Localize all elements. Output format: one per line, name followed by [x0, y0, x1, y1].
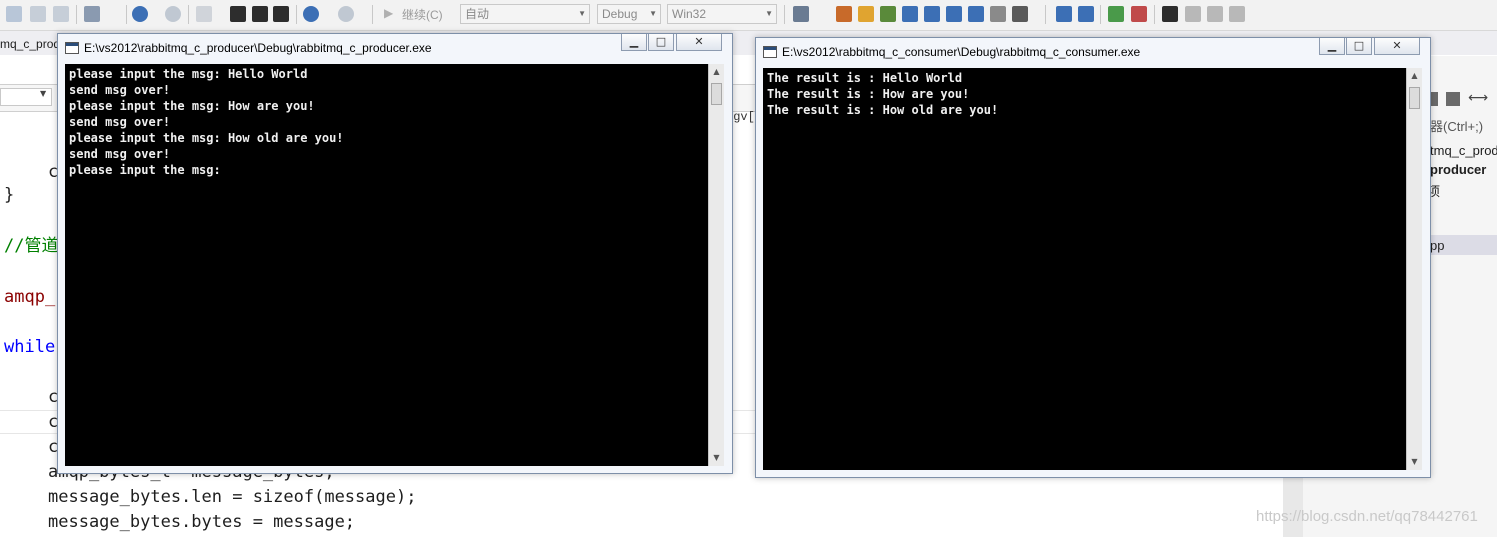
watermark: https://blog.csdn.net/qq78442761: [1256, 508, 1478, 525]
console-line: please input the msg: How old are you!: [69, 131, 344, 145]
code-line: amqp_: [4, 287, 55, 307]
solution-config-combo[interactable]: 自动 ▼: [460, 4, 590, 24]
project-item[interactable]: tmq_c_prod: [1430, 143, 1497, 158]
code-line: message_bytes.bytes = message;: [48, 512, 355, 532]
attach-process-icon[interactable]: [793, 6, 809, 22]
redo-icon[interactable]: [338, 6, 354, 22]
code-comment: //管道: [4, 236, 59, 256]
refresh-icon[interactable]: [53, 6, 69, 22]
console-app-icon: [65, 42, 79, 54]
build-config-combo[interactable]: Debug ▼: [597, 4, 661, 24]
console-output[interactable]: please input the msg: Hello World send m…: [65, 64, 724, 466]
bookmark-nav-icon[interactable]: [968, 6, 984, 22]
undo-icon[interactable]: [303, 6, 319, 22]
prev-bookmark-icon[interactable]: [1185, 6, 1201, 22]
selected-tree-item[interactable]: pp: [1430, 238, 1444, 253]
chevron-down-icon: ▼: [40, 89, 47, 98]
code-text: message_bytes.bytes = message;: [48, 512, 356, 532]
console-scrollbar[interactable]: ▲ ▼: [1406, 68, 1422, 470]
scroll-up-icon[interactable]: ▲: [709, 64, 724, 80]
console-output[interactable]: The result is : Hello World The result i…: [763, 68, 1422, 470]
console-line: please input the msg:: [69, 163, 221, 177]
clear-bookmarks-icon[interactable]: [1229, 6, 1245, 22]
platform-value: Win32: [672, 7, 707, 21]
next-bookmark-icon[interactable]: [1207, 6, 1223, 22]
close-button[interactable]: ✕: [676, 34, 722, 51]
code-line: while: [4, 337, 55, 357]
code-text: }: [4, 185, 15, 205]
collapse-icon[interactable]: ⟷: [1468, 90, 1488, 106]
forward-arrow-icon[interactable]: [165, 6, 181, 22]
solution-explorer-icon[interactable]: [880, 6, 896, 22]
find-in-files-icon[interactable]: [836, 6, 852, 22]
console-line: The result is : How old are you!: [767, 103, 999, 117]
console-line: please input the msg: How are you!: [69, 99, 315, 113]
outdent-icon[interactable]: [946, 6, 962, 22]
show-all-files-icon[interactable]: [1446, 92, 1460, 106]
code-text: amqp_: [4, 287, 56, 307]
console-line: please input the msg: Hello World: [69, 67, 308, 81]
window-layout-icon[interactable]: [1012, 6, 1028, 22]
console-line: The result is : How are you!: [767, 87, 970, 101]
platform-combo[interactable]: Win32 ▼: [667, 4, 777, 24]
find-icon[interactable]: [902, 6, 918, 22]
minimize-button[interactable]: ▁: [621, 34, 647, 51]
producer-console-window[interactable]: E:\vs2012\rabbitmq_c_producer\Debug\rabb…: [57, 33, 733, 474]
continue-button[interactable]: 继续(C): [402, 6, 443, 23]
chevron-down-icon: ▼: [578, 9, 586, 18]
scroll-down-icon[interactable]: ▼: [709, 450, 724, 466]
console-scrollbar[interactable]: ▲ ▼: [708, 64, 724, 466]
new-project-icon[interactable]: [196, 6, 212, 22]
console-line: send msg over!: [69, 147, 171, 161]
align-icon[interactable]: [1078, 6, 1094, 22]
code-line: }: [4, 185, 14, 205]
uncomment-icon[interactable]: [1131, 6, 1147, 22]
solution-config-value: 自动: [465, 7, 490, 21]
play-icon[interactable]: ▶: [384, 6, 393, 20]
navigate-back-icon[interactable]: [6, 6, 22, 22]
scroll-down-icon[interactable]: ▼: [1407, 454, 1422, 470]
minimize-button[interactable]: ▁: [1319, 38, 1345, 55]
console-line: The result is : Hello World: [767, 71, 963, 85]
chevron-down-icon: ▼: [649, 9, 657, 18]
consumer-console-window[interactable]: E:\vs2012\rabbitmq_c_consumer\Debug\rabb…: [755, 37, 1431, 478]
folder-icon[interactable]: [858, 6, 874, 22]
code-line: //管道: [4, 236, 58, 256]
save-icon[interactable]: [252, 6, 268, 22]
vs-toolbar: ▶ 继续(C) 自动 ▼ Debug ▼ Win32 ▼: [0, 0, 1497, 31]
search-solution-hint[interactable]: 器(Ctrl+;): [1430, 116, 1483, 135]
console-line: send msg over!: [69, 83, 171, 97]
console-app-icon: [763, 46, 777, 58]
scroll-thumb[interactable]: [711, 83, 722, 105]
open-file-icon[interactable]: [230, 6, 246, 22]
close-button[interactable]: ✕: [1374, 38, 1420, 55]
startup-project-item[interactable]: producer: [1430, 162, 1486, 177]
comment-icon[interactable]: [1108, 6, 1124, 22]
window-title: E:\vs2012\rabbitmq_c_producer\Debug\rabb…: [84, 41, 432, 55]
code-line: message_bytes.len = sizeof(message);: [48, 487, 416, 507]
maximize-button[interactable]: □: [648, 34, 674, 51]
chevron-down-icon: ▼: [765, 9, 773, 18]
window-title: E:\vs2012\rabbitmq_c_consumer\Debug\rabb…: [782, 45, 1141, 59]
navigate-forward-icon[interactable]: [30, 6, 46, 22]
build-config-value: Debug: [602, 7, 638, 21]
save-all-icon[interactable]: [273, 6, 289, 22]
code-text: message_bytes.len = sizeof(message);: [48, 487, 417, 507]
maximize-button[interactable]: □: [1346, 38, 1372, 55]
indent-icon[interactable]: [924, 6, 940, 22]
console-line: send msg over!: [69, 115, 171, 129]
code-keyword: while: [4, 337, 56, 357]
scroll-up-icon[interactable]: ▲: [1407, 68, 1422, 84]
back-arrow-icon[interactable]: [132, 6, 148, 22]
format-icon[interactable]: [1056, 6, 1072, 22]
tools-icon[interactable]: [84, 6, 100, 22]
toggle-bookmark-icon[interactable]: [1162, 6, 1178, 22]
panel-scrollbar[interactable]: [1283, 470, 1303, 537]
spell-check-icon[interactable]: [990, 6, 1006, 22]
scroll-thumb[interactable]: [1409, 87, 1420, 109]
